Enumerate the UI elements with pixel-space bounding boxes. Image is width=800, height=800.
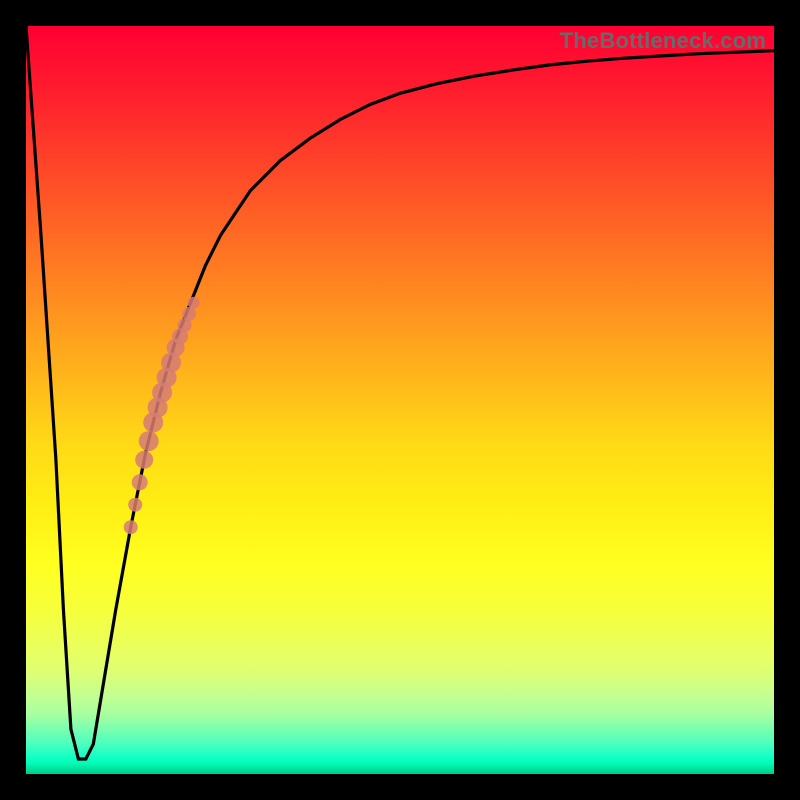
highlight-dot (132, 474, 148, 490)
highlight-dot (135, 451, 153, 469)
plot-area: TheBottleneck.com (26, 26, 774, 774)
highlight-dots (124, 297, 200, 534)
chart-frame: TheBottleneck.com (0, 0, 800, 800)
highlight-dot (188, 297, 200, 309)
watermark-text: TheBottleneck.com (560, 28, 766, 54)
bottleneck-curve (26, 26, 774, 774)
highlight-dot (128, 498, 142, 512)
highlight-dot (182, 307, 196, 321)
highlight-dot (124, 520, 138, 534)
curve-path (26, 26, 774, 759)
highlight-dot (139, 431, 159, 451)
